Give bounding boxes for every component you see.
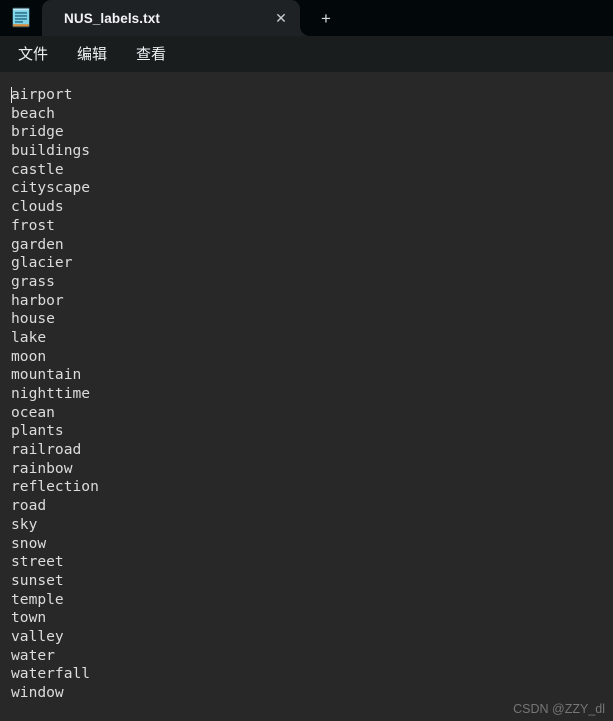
menu-item-file[interactable]: 文件 [9, 39, 57, 69]
text-line: water [11, 646, 55, 664]
text-line: cityscape [11, 179, 91, 197]
text-line: rainbow [11, 459, 73, 477]
tab-corner-decoration [300, 26, 310, 36]
tab-title: NUS_labels.txt [64, 10, 160, 26]
close-icon[interactable]: ✕ [266, 3, 296, 33]
menu-bar: 文件 编辑 查看 [0, 36, 613, 72]
text-editor-area[interactable]: airport beach bridge buildings castle citysca… [0, 72, 613, 721]
text-line: buildings [11, 142, 91, 160]
text-line: moon [11, 347, 47, 365]
text-line: frost [11, 216, 55, 234]
text-line: clouds [11, 198, 64, 216]
text-line: lake [11, 328, 47, 346]
text-line: garden [11, 235, 64, 253]
text-line: nighttime [11, 385, 91, 402]
text-line: railroad [11, 441, 82, 459]
text-line: house [11, 310, 55, 328]
notepad-icon [11, 7, 31, 29]
notepad-window: NUS_labels.txt ✕ + 文件 编辑 查看 airport beach… [0, 0, 613, 721]
tab-nus-labels[interactable]: NUS_labels.txt ✕ [42, 0, 300, 36]
menu-item-view[interactable]: 查看 [127, 39, 175, 69]
text-line: waterfall [11, 665, 91, 683]
text-line: glacier [11, 254, 73, 272]
text-line: airport [11, 86, 73, 103]
text-line: mountain [11, 366, 82, 384]
text-line: temple [11, 590, 64, 608]
new-tab-icon[interactable]: + [311, 4, 341, 32]
text-line: sunset [11, 571, 64, 589]
text-line: harbor [11, 291, 64, 309]
menu-item-edit[interactable]: 编辑 [68, 39, 116, 69]
text-line: ocean [11, 403, 55, 421]
text-line: window [11, 684, 64, 701]
text-line: grass [11, 272, 55, 290]
text-line: valley [11, 627, 64, 645]
text-line: town [11, 609, 47, 627]
text-line: bridge [11, 123, 64, 141]
tab-strip: NUS_labels.txt ✕ + [0, 0, 613, 36]
document-text[interactable]: airport beach bridge buildings castle citysca… [11, 86, 613, 721]
text-line: castle [11, 160, 64, 178]
text-line: snow [11, 534, 47, 552]
watermark-label: CSDN @ZZY_dl [513, 702, 605, 716]
text-line: street [11, 553, 64, 571]
text-line: beach [11, 104, 55, 122]
text-line: sky [11, 515, 38, 533]
text-line: road [11, 497, 47, 515]
text-line: plants [11, 422, 64, 440]
text-line: reflection [11, 478, 99, 496]
